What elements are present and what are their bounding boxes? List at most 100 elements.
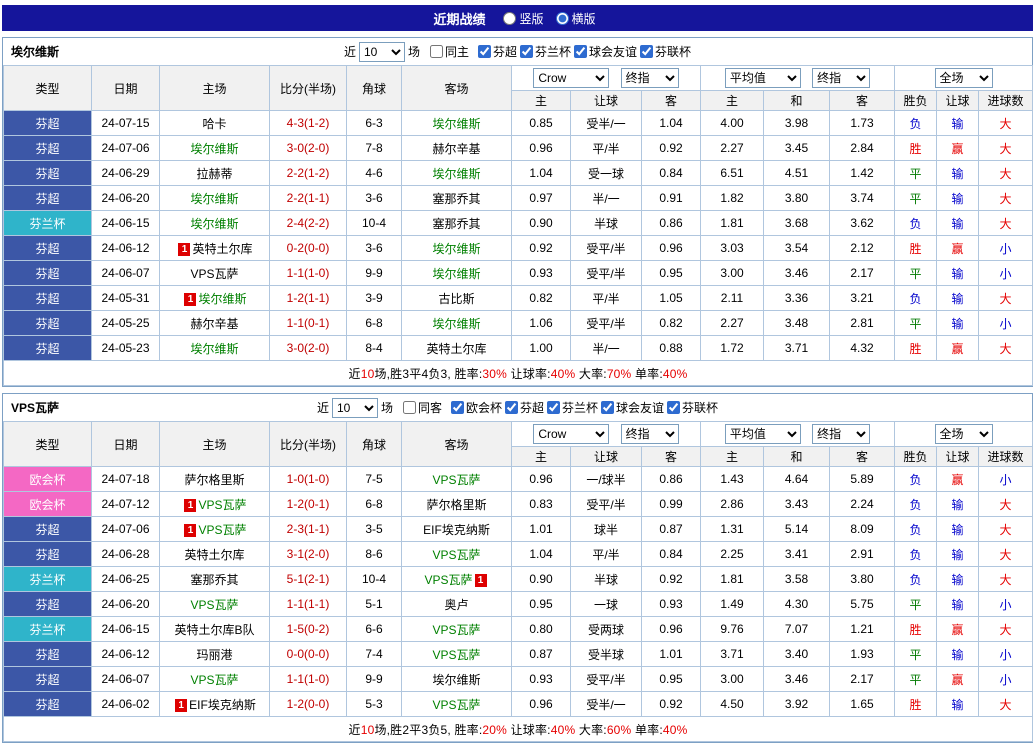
team-name-link[interactable]: 埃尔维斯 bbox=[432, 242, 480, 256]
competition-filter[interactable]: 芬兰杯 bbox=[547, 399, 598, 416]
team-name-link[interactable]: 塞那乔其 bbox=[432, 217, 480, 231]
date-cell: 24-06-25 bbox=[92, 567, 160, 592]
competition-filter[interactable]: 欧会杯 bbox=[451, 399, 502, 416]
odds-away-cell: 0.92 bbox=[642, 692, 701, 717]
same-venue-filter[interactable]: 同主 bbox=[430, 43, 469, 60]
team-name-link[interactable]: 赫尔辛基 bbox=[190, 317, 238, 331]
odds-home-cell: 0.82 bbox=[512, 286, 571, 311]
team-name-link[interactable]: 英特土尔库 bbox=[184, 548, 244, 562]
match-row: 芬超24-05-23埃尔维斯3-0(2-0)8-4英特土尔库1.00半/一0.8… bbox=[4, 336, 1033, 361]
team-name-link[interactable]: VPS瓦萨 bbox=[198, 523, 246, 537]
team-name-link[interactable]: 萨尔格里斯 bbox=[184, 473, 244, 487]
competition-filter[interactable]: 芬超 bbox=[478, 43, 517, 60]
team-name-link[interactable]: 塞那乔其 bbox=[432, 192, 480, 206]
team-name-link[interactable]: VPS瓦萨 bbox=[432, 648, 480, 662]
result-winlose-cell: 平 bbox=[895, 592, 937, 617]
team-name-link[interactable]: 赫尔辛基 bbox=[432, 142, 480, 156]
layout-vertical-option[interactable]: 竖版 bbox=[503, 10, 543, 27]
competition-checkbox[interactable] bbox=[640, 45, 653, 58]
competition-checkbox[interactable] bbox=[667, 401, 680, 414]
team-name-link[interactable]: 英特土尔库 bbox=[426, 342, 486, 356]
team-name-link[interactable]: 英特土尔库B队 bbox=[174, 623, 254, 637]
team-name-link[interactable]: 萨尔格里斯 bbox=[426, 498, 486, 512]
result-goals-cell: 大 bbox=[979, 692, 1033, 717]
competition-filter[interactable]: 芬联杯 bbox=[640, 43, 691, 60]
competition-filter[interactable]: 球会友谊 bbox=[574, 43, 637, 60]
team-name-link[interactable]: VPS瓦萨 bbox=[190, 598, 238, 612]
match-scope-select[interactable]: 全场 bbox=[935, 68, 993, 88]
avg-stage-select[interactable]: 终指 bbox=[812, 68, 870, 88]
team-name-link[interactable]: 哈卡 bbox=[202, 117, 226, 131]
match-row: 芬超24-06-12玛丽港0-0(0-0)7-4VPS瓦萨0.87受半球1.01… bbox=[4, 642, 1033, 667]
avg-source-select[interactable]: 平均值 bbox=[725, 424, 801, 444]
team-name-link[interactable]: VPS瓦萨 bbox=[432, 698, 480, 712]
match-row: 芬兰杯24-06-15英特土尔库B队1-5(0-2)6-6VPS瓦萨0.80受两… bbox=[4, 617, 1033, 642]
team-name-link[interactable]: 埃尔维斯 bbox=[190, 342, 238, 356]
team-name-link[interactable]: 英特土尔库 bbox=[192, 242, 252, 256]
same-venue-filter[interactable]: 同客 bbox=[403, 399, 442, 416]
competition-filter[interactable]: 芬超 bbox=[505, 399, 544, 416]
avg-stage-select[interactable]: 终指 bbox=[812, 424, 870, 444]
team-name-link[interactable]: VPS瓦萨 bbox=[432, 548, 480, 562]
team-name-link[interactable]: 奥卢 bbox=[444, 598, 468, 612]
odds-stage-select[interactable]: 终指 bbox=[621, 68, 679, 88]
same-venue-checkbox[interactable] bbox=[430, 45, 443, 58]
team-name-link[interactable]: VPS瓦萨 bbox=[432, 473, 480, 487]
competition-filter[interactable]: 球会友谊 bbox=[601, 399, 664, 416]
avg-source-select[interactable]: 平均值 bbox=[725, 68, 801, 88]
result-handicap-cell: 赢 bbox=[937, 467, 979, 492]
team-name-link[interactable]: VPS瓦萨 bbox=[190, 673, 238, 687]
competition-checkbox[interactable] bbox=[520, 45, 533, 58]
summary-row: 近10场,胜2平3负5, 胜率:20% 让球率:40% 大率:60% 单率:40… bbox=[4, 717, 1033, 742]
competition-checkbox[interactable] bbox=[547, 401, 560, 414]
competition-checkbox[interactable] bbox=[601, 401, 614, 414]
team-name-link[interactable]: 塞那乔其 bbox=[190, 573, 238, 587]
horizontal-radio[interactable] bbox=[556, 12, 569, 25]
competition-filter[interactable]: 芬联杯 bbox=[667, 399, 718, 416]
team-name-link[interactable]: 埃尔维斯 bbox=[198, 292, 246, 306]
odds-company-select[interactable]: Crow bbox=[533, 424, 609, 444]
team-name-link[interactable]: 拉赫蒂 bbox=[196, 167, 232, 181]
team-name-link[interactable]: VPS瓦萨 bbox=[198, 498, 246, 512]
away-team-cell: 塞那乔其 bbox=[402, 211, 512, 236]
scope-group-header: 全场 bbox=[895, 66, 1033, 91]
competition-checkbox[interactable] bbox=[451, 401, 464, 414]
competition-checkbox[interactable] bbox=[574, 45, 587, 58]
team-name-link[interactable]: VPS瓦萨 bbox=[190, 267, 238, 281]
avg-home-cell: 1.81 bbox=[701, 567, 764, 592]
team-name-link[interactable]: 埃尔维斯 bbox=[190, 142, 238, 156]
summary-row: 近10场,胜3平4负3, 胜率:30% 让球率:40% 大率:70% 单率:40… bbox=[4, 361, 1033, 386]
team-name-link[interactable]: EIF埃克纳斯 bbox=[423, 523, 490, 537]
away-team-cell: 埃尔维斯 bbox=[402, 311, 512, 336]
team-name-link[interactable]: 埃尔维斯 bbox=[432, 673, 480, 687]
odds-stage-select[interactable]: 终指 bbox=[621, 424, 679, 444]
team-name-link[interactable]: 埃尔维斯 bbox=[432, 317, 480, 331]
team-name-link[interactable]: 古比斯 bbox=[438, 292, 474, 306]
away-team-cell: 英特土尔库 bbox=[402, 336, 512, 361]
competition-checkbox[interactable] bbox=[478, 45, 491, 58]
team-name-link[interactable]: VPS瓦萨 bbox=[432, 623, 480, 637]
team-name-link[interactable]: 玛丽港 bbox=[196, 648, 232, 662]
team-name-link[interactable]: 埃尔维斯 bbox=[432, 167, 480, 181]
odds-away-cell: 1.05 bbox=[642, 286, 701, 311]
recent-count-select[interactable]: 10 bbox=[332, 398, 378, 418]
team-name-link[interactable]: 埃尔维斯 bbox=[190, 217, 238, 231]
odds-home-cell: 0.93 bbox=[512, 261, 571, 286]
competition-checkbox[interactable] bbox=[505, 401, 518, 414]
recent-count-select[interactable]: 10 bbox=[359, 42, 405, 62]
team-name-link[interactable]: 埃尔维斯 bbox=[432, 117, 480, 131]
match-row: 芬兰杯24-06-25塞那乔其5-1(2-1)10-4VPS瓦萨10.90半球0… bbox=[4, 567, 1033, 592]
match-scope-select[interactable]: 全场 bbox=[935, 424, 993, 444]
result-handicap-cell: 输 bbox=[937, 592, 979, 617]
team-name-link[interactable]: VPS瓦萨 bbox=[424, 573, 472, 587]
team-name-link[interactable]: 埃尔维斯 bbox=[432, 267, 480, 281]
competition-filter[interactable]: 芬兰杯 bbox=[520, 43, 571, 60]
layout-horizontal-option[interactable]: 横版 bbox=[556, 10, 596, 27]
avg-home-cell: 1.49 bbox=[701, 592, 764, 617]
team-name-link[interactable]: 埃尔维斯 bbox=[190, 192, 238, 206]
odds-company-select[interactable]: Crow bbox=[533, 68, 609, 88]
team-name-link[interactable]: EIF埃克纳斯 bbox=[189, 698, 256, 712]
vertical-radio[interactable] bbox=[503, 12, 516, 25]
same-venue-checkbox[interactable] bbox=[403, 401, 416, 414]
score-cell: 0-0(0-0) bbox=[270, 642, 347, 667]
